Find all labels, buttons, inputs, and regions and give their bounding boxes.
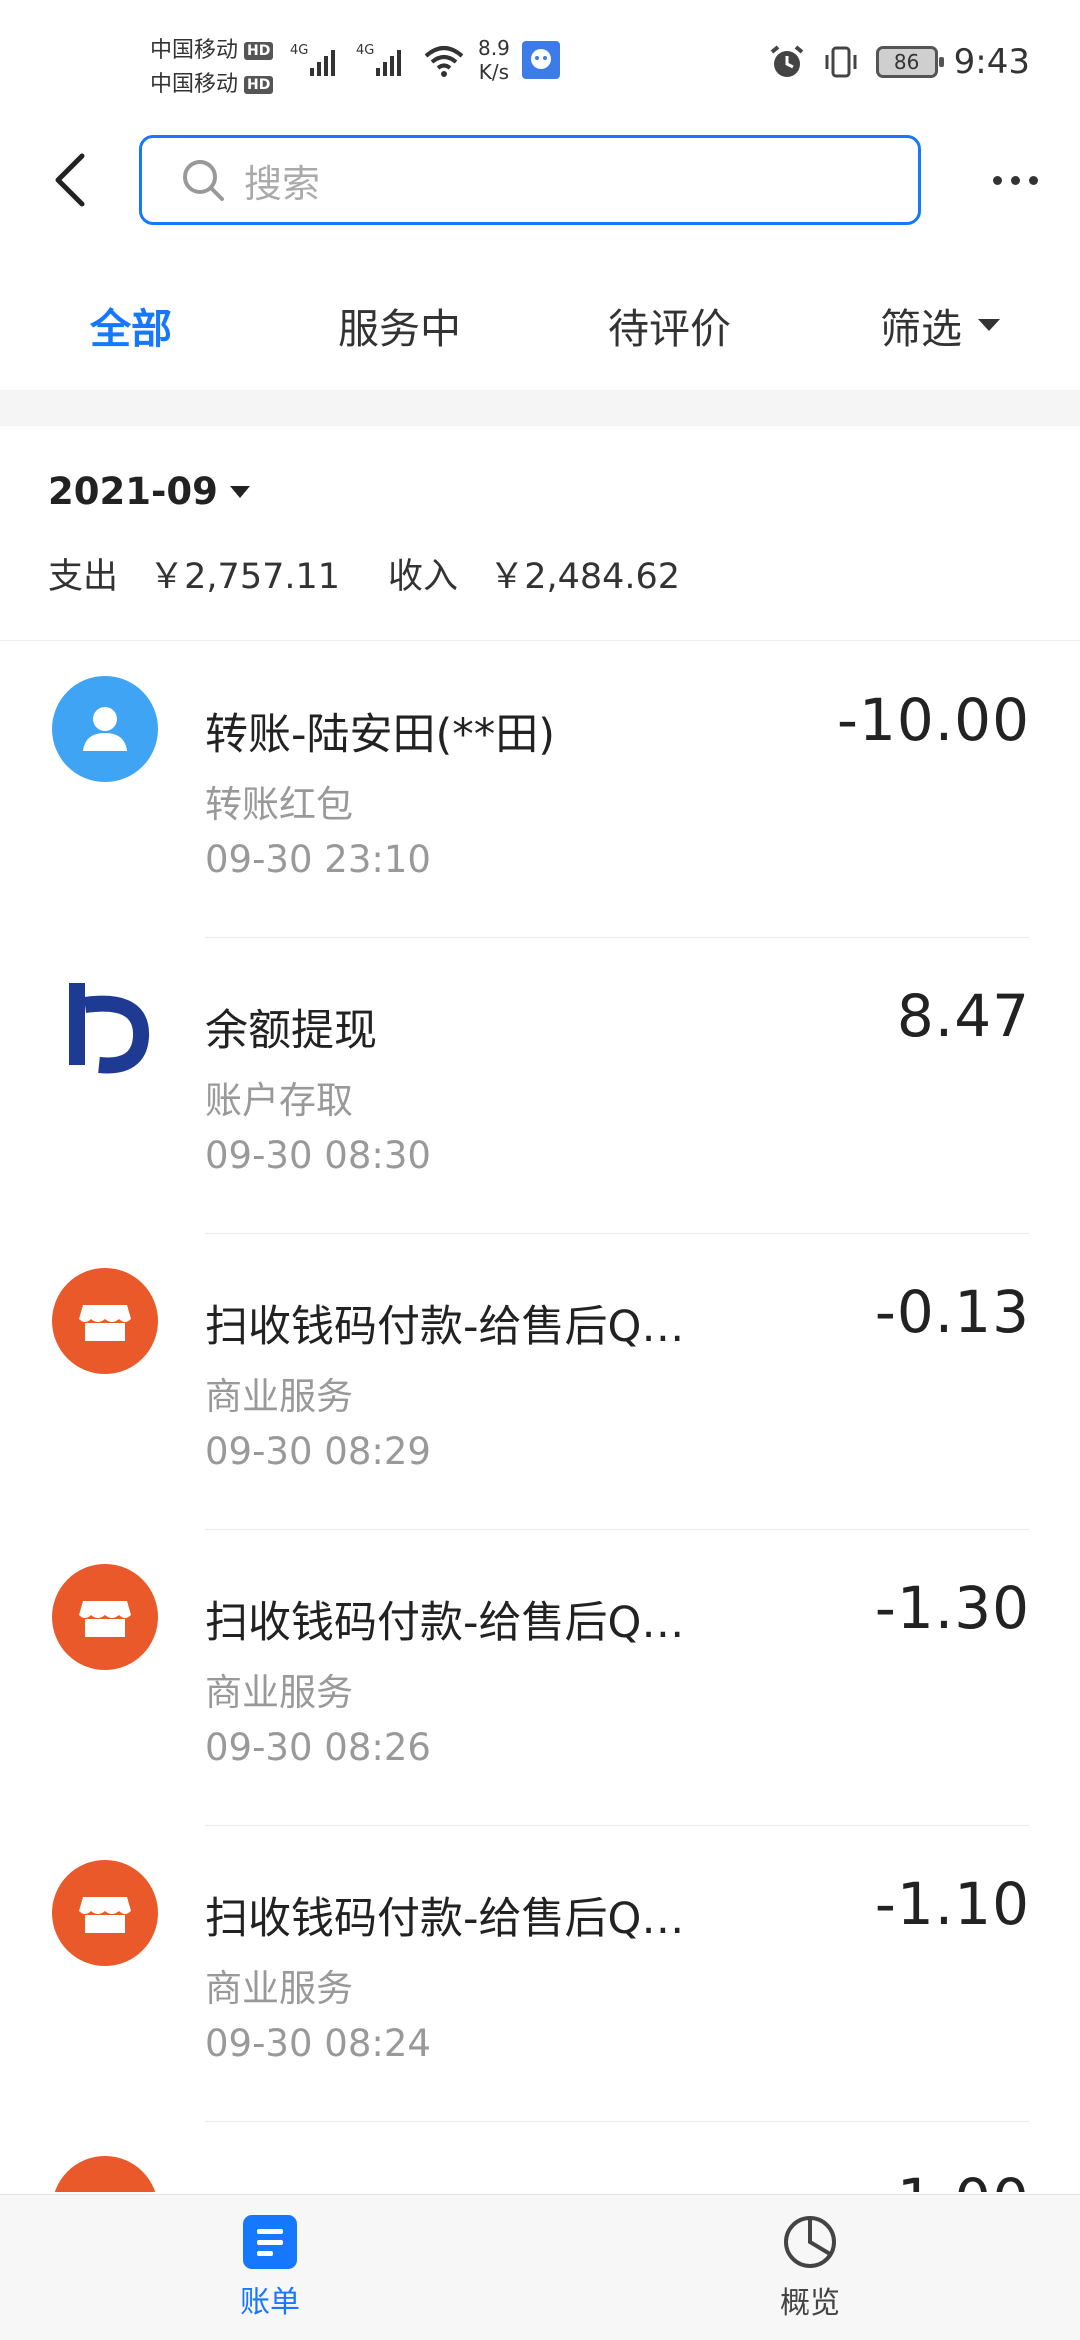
more-options-button[interactable] [980,150,1050,210]
carrier-info: 中国移动 HD 中国移动 HD [150,34,274,102]
expense-label: 支出 [48,557,119,597]
transaction-title: 转账-陆安田(**田) [205,710,556,760]
header: 搜索 [0,130,1080,230]
pie-chart-icon [784,2216,836,2268]
app-notification-icon [521,41,560,79]
status-bar: 中国移动 HD 中国移动 HD 4G 4G 8.9 K/s 86 9:43 [0,0,1080,130]
transaction-time: 09-30 08:26 [205,1726,431,1769]
caret-down-icon [229,485,250,498]
section-separator [0,390,1080,426]
svg-text:4G: 4G [290,43,308,58]
transaction-amount: -0.13 [874,1278,1030,1346]
transaction-amount: -1.00 [875,2166,1030,2192]
transaction-row[interactable]: 扫收钱码付款-给售后Q… 商业服务 09-30 08:24 -1.10 [0,1826,1080,2122]
carrier-1: 中国移动 [150,38,239,63]
transaction-time: 09-30 08:30 [205,1134,431,1177]
transaction-amount: -10.00 [837,686,1030,754]
transaction-amount: -1.30 [874,1574,1030,1642]
search-placeholder: 搜索 [244,161,321,206]
back-button[interactable] [40,148,104,212]
tab-to-review[interactable]: 待评价 [608,270,731,380]
month-summary: 支出 ￥2,757.11 收入 ￥2,484.62 [48,548,680,599]
transaction-row[interactable]: 扫收钱码付款-给售后Q… 商业服务 09-30 08:26 -1.30 [0,1530,1080,1826]
status-right: 86 9:43 [768,42,1030,82]
divider [0,640,1080,641]
filter-label: 筛选 [880,305,962,353]
month-label: 2021-09 [48,470,218,513]
transaction-category: 商业服务 [205,1671,353,1714]
transaction-category: 商业服务 [205,1375,353,1418]
net-speed: 8.9 K/s [478,36,510,84]
transaction-amount: 8.47 [896,982,1030,1050]
store-icon [52,1860,158,1966]
transaction-title: 扫收钱码付款-给售后Q… [205,1598,685,1648]
transaction-row[interactable]: 余额提现 账户存取 09-30 08:30 8.47 [0,938,1080,1234]
income-summary: 收入 ￥2,484.62 [388,548,680,599]
signal-2-icon: 4G [356,43,401,76]
bottom-nav: 账单 概览 [0,2194,1080,2340]
hd-badge: HD [244,42,274,60]
vibrate-icon [825,46,857,78]
income-label: 收入 [388,557,459,597]
transaction-category: 转账红包 [205,783,353,826]
nav-bills-label: 账单 [240,2285,300,2320]
nav-overview-label: 概览 [780,2286,840,2321]
store-icon [52,1564,158,1670]
more-dot-icon [992,175,1002,185]
transaction-row[interactable]: 扫收钱码付款-给售后Q… 商业服务 09-30 08:29 -0.13 [0,1234,1080,1530]
battery-icon: 86 [875,46,944,78]
svg-text:4G: 4G [356,43,374,58]
transaction-row[interactable]: 转账-陆安田(**田) 转账红包 09-30 23:10 -10.00 [0,642,1080,938]
income-value: ￥2,484.62 [489,557,681,597]
transaction-amount: -1.10 [874,1870,1030,1938]
alarm-icon [770,45,803,77]
store-icon [52,2156,158,2192]
user-avatar-icon [52,676,158,782]
filter-tabs: 全部 服务中 待评价 筛选 [0,270,1080,380]
expense-value: ￥2,757.11 [149,557,341,597]
nav-overview[interactable]: 概览 [710,2195,910,2340]
more-dot-icon [1010,175,1020,185]
expense-summary: 支出 ￥2,757.11 [48,548,340,599]
nav-bills[interactable]: 账单 [170,2195,370,2340]
tab-all[interactable]: 全部 [90,270,172,380]
chevron-left-icon [55,153,85,207]
caret-down-icon [978,319,1000,331]
search-icon [183,160,224,201]
transaction-title: 扫收钱码付款-给售后Q… [205,1302,685,1352]
transaction-row[interactable]: 扫收钱码付款-给售后Q… -1.00 [0,2122,1080,2192]
transaction-time: 09-30 08:29 [205,1430,431,1473]
status-icons: 4G 4G 8.9 K/s [290,36,560,84]
transaction-title: 扫收钱码付款-给售后Q… [205,2180,684,2192]
bank-logo-icon [52,972,158,1078]
transaction-time: 09-30 23:10 [205,838,431,881]
signal-1-icon: 4G [290,43,335,76]
bill-icon [243,2215,297,2269]
transaction-time: 09-30 08:24 [205,2022,431,2065]
transaction-list: 转账-陆安田(**田) 转账红包 09-30 23:10 -10.00 余额提现… [0,642,1080,2192]
more-dot-icon [1028,175,1038,185]
transaction-category: 账户存取 [205,1079,353,1122]
wifi-icon [424,46,464,77]
transaction-category: 商业服务 [205,1967,353,2010]
hd-badge: HD [244,76,274,94]
carrier-2: 中国移动 [150,72,239,97]
clock: 9:43 [953,42,1030,82]
tab-in-service[interactable]: 服务中 [338,270,461,380]
month-selector[interactable]: 2021-09 [48,470,250,513]
tab-filter[interactable]: 筛选 [880,270,1000,380]
transaction-title: 余额提现 [205,1006,377,1056]
transaction-title: 扫收钱码付款-给售后Q… [205,1894,685,1944]
store-icon [52,1268,158,1374]
search-input[interactable]: 搜索 [139,135,921,225]
